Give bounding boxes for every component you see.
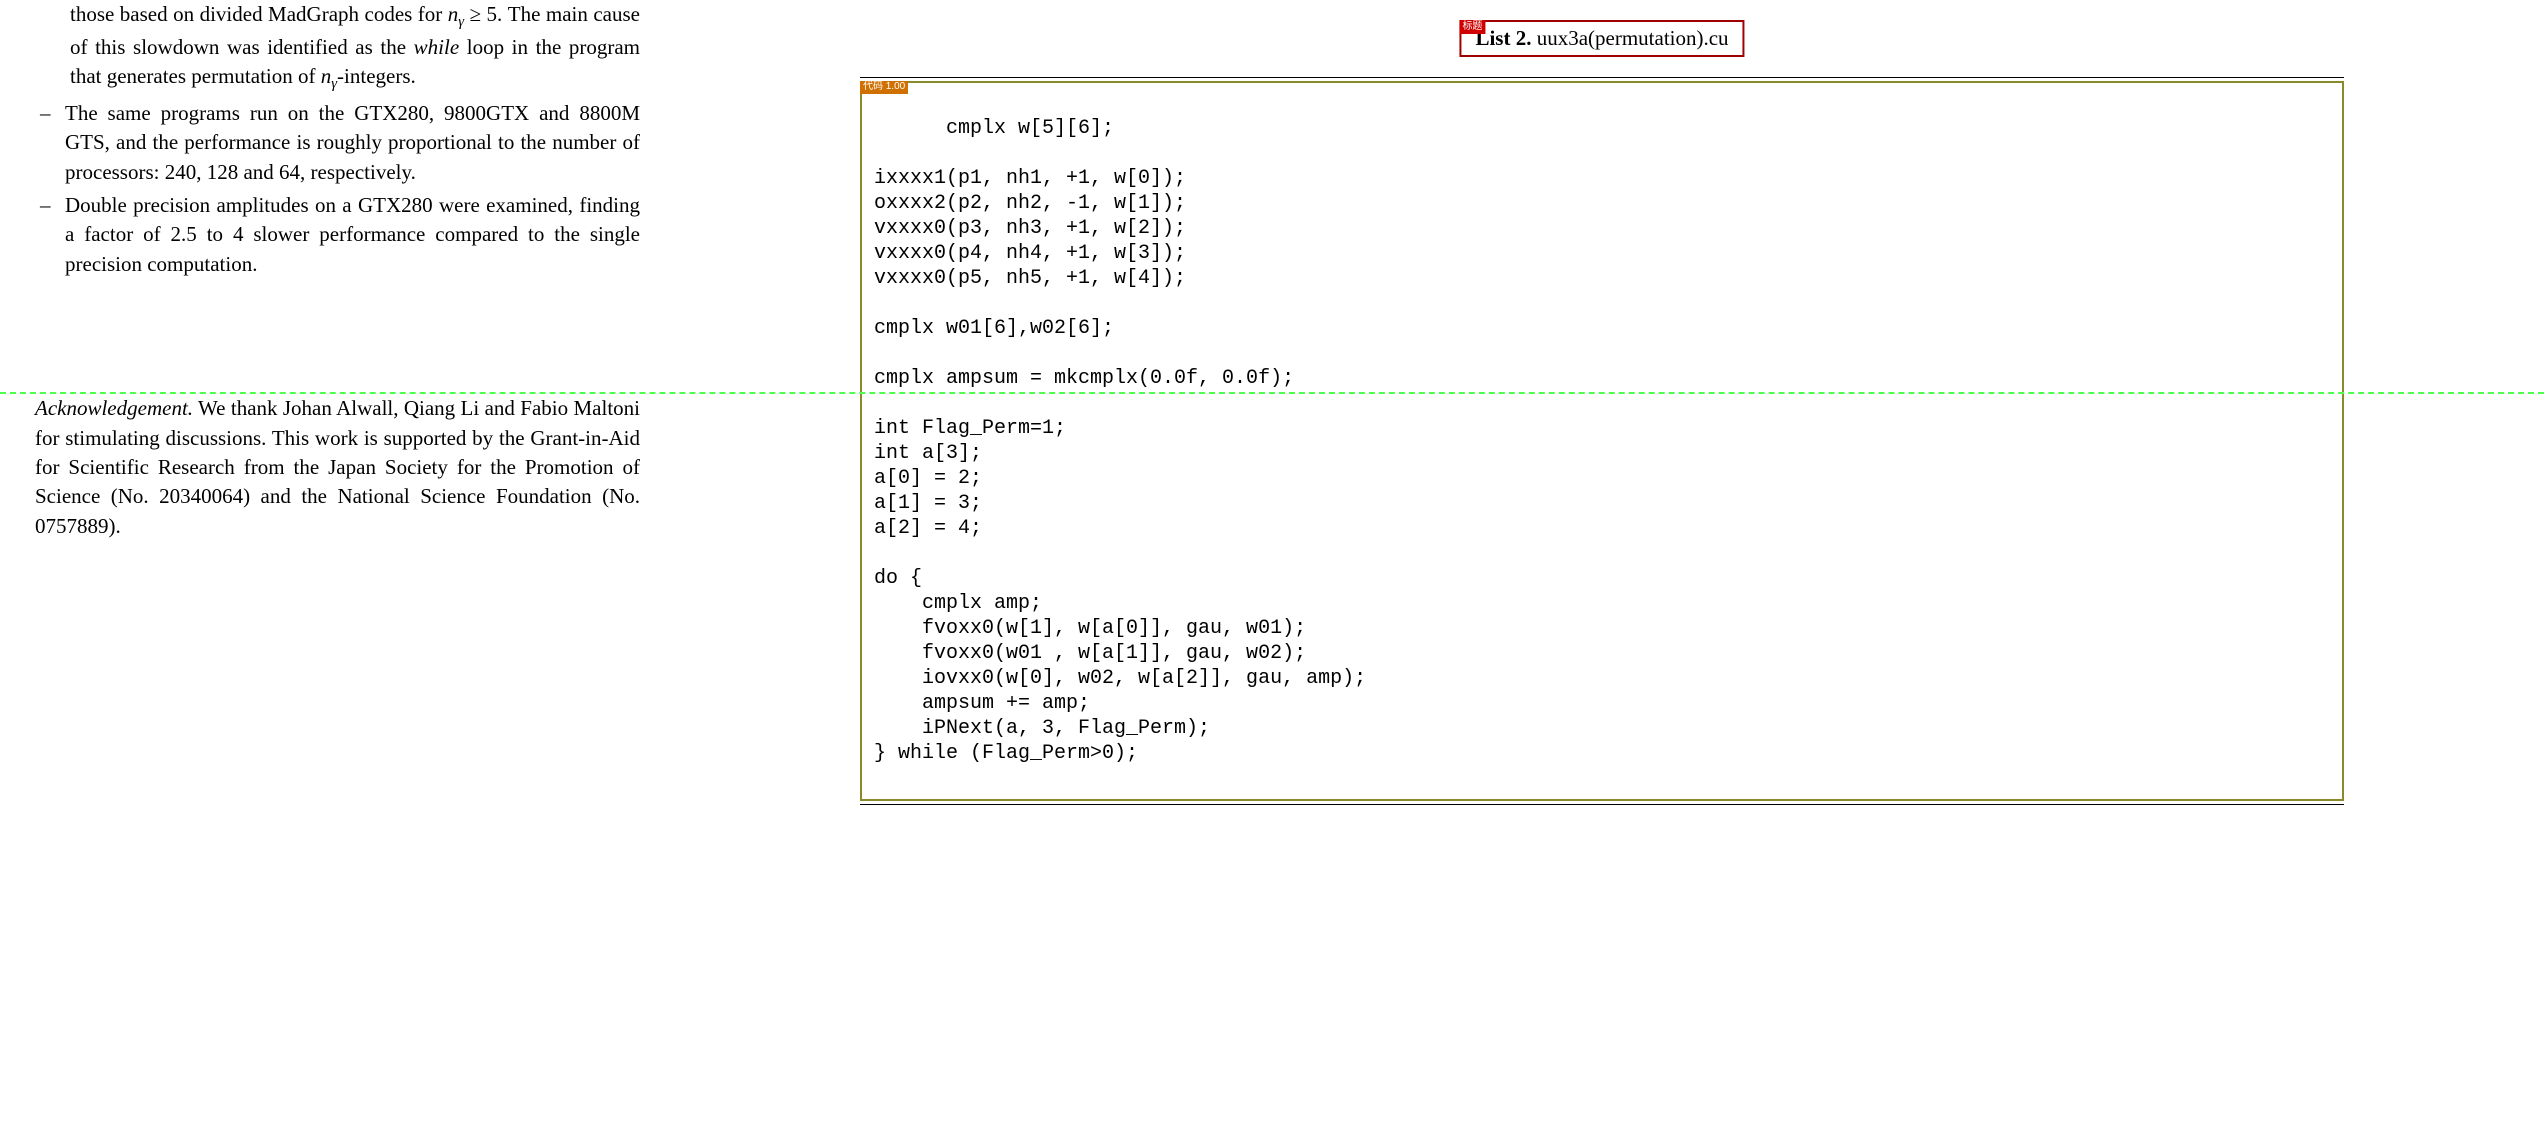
listing-header: 标题 List 2. uux3a(permutation).cu (1459, 20, 1744, 57)
acknowledgement-section: Acknowledgement. We thank Johan Alwall, … (35, 394, 640, 541)
listing-header-box: 标题 List 2. uux3a(permutation).cu (1459, 20, 1744, 57)
code-top-rule (860, 77, 2344, 78)
bullet-1-continuation: those based on divided MadGraph codes fo… (35, 0, 640, 95)
page-container: those based on divided MadGraph codes fo… (0, 0, 2544, 1126)
bullet-1-text-a: those based on divided MadGraph codes fo… (70, 2, 448, 26)
left-column: those based on divided MadGraph codes fo… (0, 0, 660, 1126)
acknowledgement-label: Acknowledgement. (35, 396, 193, 420)
code-block: 代码 1.00 cmplx w[5][6]; ixxxx1(p1, nh1, +1… (860, 81, 2344, 801)
bullet-3: – Double precision amplitudes on a GTX28… (35, 191, 640, 279)
bullet-marker-3: – (35, 191, 65, 279)
annotation-dashed-line (0, 392, 2544, 394)
right-column: 标题 List 2. uux3a(permutation).cu 代码 1.00… (660, 0, 2544, 1126)
bullet-2-text: The same programs run on the GTX280, 980… (65, 99, 640, 187)
bullet-3-text: Double precision amplitudes on a GTX280 … (65, 191, 640, 279)
code-tag: 代码 1.00 (860, 81, 908, 94)
bullet-2: – The same programs run on the GTX280, 9… (35, 99, 640, 187)
math-n-1: n (448, 2, 459, 26)
listing-filename: uux3a(permutation).cu (1531, 26, 1728, 50)
bullet-1-text-d: -integers. (337, 64, 416, 88)
bullet-marker-2: – (35, 99, 65, 187)
code-bottom-rule (860, 804, 2344, 805)
while-keyword: while (414, 35, 460, 59)
code-content: cmplx w[5][6]; ixxxx1(p1, nh1, +1, w[0])… (874, 117, 1366, 765)
listing-tag: 标题 (1459, 20, 1485, 34)
math-n-2: n (321, 64, 332, 88)
